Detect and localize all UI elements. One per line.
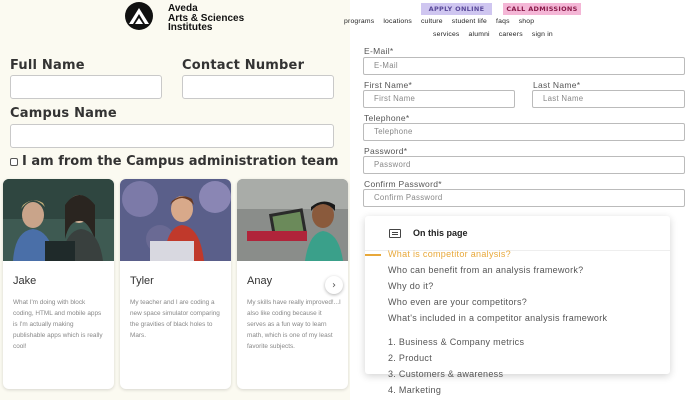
toc-header: On this page	[389, 228, 468, 238]
on-this-page-toc: On this page What is competitor analysis…	[365, 216, 670, 379]
password-input[interactable]: Password	[363, 156, 685, 174]
nav-link-faqs[interactable]: faqs	[496, 18, 510, 25]
student-card-jake[interactable]: Jake What I'm doing with block coding, H…	[3, 179, 114, 389]
nav-link-careers[interactable]: careers	[499, 31, 523, 38]
password-label: Password*	[364, 146, 408, 156]
nav-link-programs[interactable]: programs	[344, 18, 374, 25]
list-icon	[389, 228, 401, 238]
nav-link-shop[interactable]: shop	[519, 18, 535, 25]
full-name-label: Full Name	[10, 58, 85, 73]
toc-item[interactable]: What is competitor analysis?	[388, 250, 653, 259]
student-quote: My skills have really improved!...I also…	[247, 299, 341, 350]
nav-link-student-life[interactable]: student life	[452, 18, 487, 25]
apply-online-button[interactable]: APPLY ONLINE	[421, 3, 492, 15]
student-photo-tyler	[120, 179, 231, 261]
toc-title: On this page	[413, 228, 468, 238]
last-name-input[interactable]: Last Name	[532, 90, 685, 108]
student-name: Anay	[247, 275, 273, 287]
primary-nav: programs locations culture student life …	[344, 18, 534, 25]
admin-checkbox-row[interactable]: I am from the Campus administration team	[10, 154, 338, 169]
campus-form-panel: Full Name Contact Number Campus Name I a…	[0, 0, 350, 400]
nav-link-locations[interactable]: locations	[383, 18, 412, 25]
first-name-input[interactable]: First Name	[363, 90, 515, 108]
brand-name[interactable]: Aveda Arts & Sciences Institutes	[168, 4, 244, 33]
first-name-label: First Name*	[364, 80, 413, 90]
secondary-nav: services alumni careers sign in	[433, 31, 553, 38]
toc-item[interactable]: 1. Business & Company metrics	[388, 338, 653, 347]
telephone-input[interactable]: Telephone	[363, 123, 685, 141]
brand-line-3: Institutes	[168, 22, 213, 33]
student-quote: What I'm doing with block coding, HTML a…	[13, 299, 103, 350]
nav-link-services[interactable]: services	[433, 31, 460, 38]
student-photo-jake	[3, 179, 114, 261]
toc-item[interactable]: Why do it?	[388, 282, 653, 291]
campus-name-label: Campus Name	[10, 106, 117, 121]
toc-item[interactable]: What's included in a competitor analysis…	[388, 314, 653, 323]
toc-item[interactable]: 3. Customers & awareness	[388, 370, 653, 379]
aveda-logo-icon[interactable]	[119, 2, 159, 30]
campus-name-input[interactable]	[10, 124, 334, 148]
toc-active-indicator	[365, 254, 381, 256]
student-quote: My teacher and I are coding a new space …	[130, 299, 220, 339]
telephone-label: Telephone*	[364, 113, 410, 123]
email-input[interactable]: E-Mail	[363, 57, 685, 75]
student-name: Tyler	[130, 275, 154, 287]
toc-item[interactable]: Who can benefit from an analysis framewo…	[388, 266, 653, 275]
nav-link-alumni[interactable]: alumni	[469, 31, 490, 38]
last-name-label: Last Name*	[533, 80, 581, 90]
nav-link-sign-in[interactable]: sign in	[532, 31, 553, 38]
nav-link-culture[interactable]: culture	[421, 18, 443, 25]
student-card-tyler[interactable]: Tyler My teacher and I are coding a new …	[120, 179, 231, 389]
full-name-input[interactable]	[10, 75, 162, 99]
toc-item[interactable]: 4. Marketing	[388, 386, 653, 395]
email-label: E-Mail*	[364, 46, 394, 56]
student-photo-anay	[237, 179, 348, 261]
contact-number-input[interactable]	[182, 75, 334, 99]
chevron-right-icon: ›	[332, 279, 336, 291]
call-admissions-button[interactable]: CALL ADMISSIONS	[503, 3, 581, 15]
confirm-password-input[interactable]: Confirm Password	[363, 189, 685, 207]
toc-item[interactable]: Who even are your competitors?	[388, 298, 653, 307]
contact-number-label: Contact Number	[182, 58, 305, 73]
admin-checkbox[interactable]	[10, 157, 18, 166]
student-name: Jake	[13, 275, 37, 287]
carousel-next-button[interactable]: ›	[325, 276, 343, 294]
confirm-password-label: Confirm Password*	[364, 179, 442, 189]
toc-item[interactable]: 2. Product	[388, 354, 653, 363]
admin-checkbox-label: I am from the Campus administration team	[22, 154, 339, 169]
